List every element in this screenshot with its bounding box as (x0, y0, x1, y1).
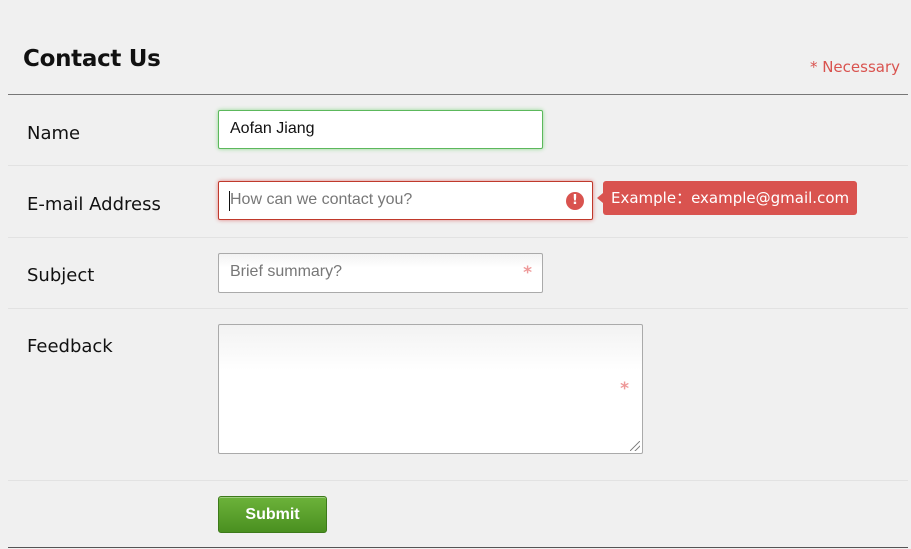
email-input[interactable]: How can we contact you? ! (218, 181, 593, 220)
required-star-icon: * (523, 263, 532, 283)
row-divider (8, 308, 908, 309)
required-note: * Necessary (809, 58, 900, 76)
subject-label: Subject (27, 265, 95, 286)
bottom-divider (8, 547, 908, 548)
subject-input[interactable]: Brief summary? * (218, 253, 543, 293)
row-divider (8, 237, 908, 238)
resize-handle-icon[interactable] (630, 441, 640, 451)
feedback-label: Feedback (27, 336, 113, 357)
email-label: E-mail Address (27, 194, 161, 215)
row-divider (8, 165, 908, 166)
top-divider (8, 94, 908, 95)
error-icon: ! (566, 192, 584, 210)
row-divider (8, 480, 908, 481)
subject-placeholder: Brief summary? (230, 263, 343, 280)
email-error-tooltip: Example：example@gmail.com (596, 181, 858, 215)
feedback-textarea[interactable]: * (218, 324, 643, 454)
name-input[interactable]: Aofan Jiang (218, 110, 543, 149)
contact-form: Contact Us * Necessary Name Aofan Jiang … (8, 0, 908, 549)
form-title: Contact Us (23, 46, 161, 72)
email-placeholder: How can we contact you? (230, 191, 413, 208)
required-star-icon: * (620, 379, 629, 399)
name-label: Name (27, 123, 81, 144)
name-input-value: Aofan Jiang (230, 120, 315, 137)
submit-button[interactable]: Submit (218, 496, 327, 533)
